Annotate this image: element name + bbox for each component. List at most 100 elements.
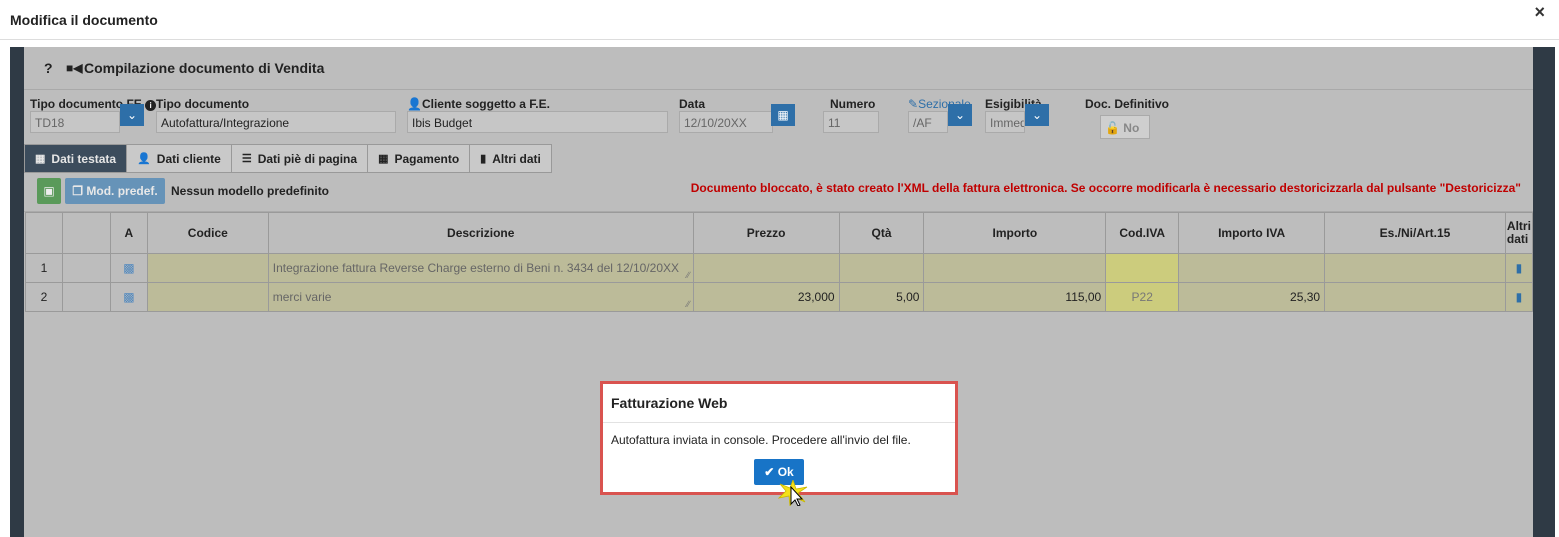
chevron-down-icon[interactable]: ⌄ bbox=[1025, 104, 1049, 126]
qta-cell[interactable]: 5,00 bbox=[838, 282, 925, 312]
tab-label: Altri dati bbox=[492, 151, 541, 166]
lines-table: A Codice Descrizione Prezzo Qtà Importo … bbox=[25, 212, 1534, 312]
field-label: Tipo documento bbox=[156, 97, 250, 111]
esigibilita-select[interactable]: Immed bbox=[985, 111, 1025, 133]
column-header: Es./Ni/Art.15 bbox=[1324, 212, 1506, 254]
tab-dati-cliente[interactable]: 👤 Dati cliente bbox=[126, 144, 232, 173]
row-cell bbox=[61, 282, 111, 312]
no-model-label: Nessun modello predefinito bbox=[171, 184, 330, 198]
column-header: Qtà bbox=[838, 212, 925, 254]
row-number: 2 bbox=[25, 282, 63, 312]
codice-cell[interactable] bbox=[146, 282, 269, 312]
column-header: Importo bbox=[923, 212, 1107, 254]
codice-cell[interactable] bbox=[146, 253, 269, 283]
tipo-doc-input[interactable]: Autofattura/Integrazione bbox=[156, 111, 396, 133]
window-title: Modifica il documento bbox=[10, 12, 158, 28]
column-header bbox=[25, 212, 63, 254]
column-header: Descrizione bbox=[267, 212, 694, 254]
header-fields: Tipo documento FE i TD18 ⌄ Tipo document… bbox=[24, 90, 1533, 139]
field-cliente: 👤Cliente soggetto a F.E. Ibis Budget bbox=[407, 97, 668, 133]
panel-header: ? ■◀ Compilazione documento di Vendita bbox=[24, 47, 1533, 90]
row-cell bbox=[61, 253, 111, 283]
chevron-down-icon[interactable]: ⌄ bbox=[120, 104, 144, 126]
tab-label: Dati cliente bbox=[156, 151, 221, 166]
column-header: Cod.IVA bbox=[1105, 212, 1180, 254]
row-number: 1 bbox=[25, 253, 63, 283]
dialog-title: Fatturazione Web bbox=[603, 384, 955, 423]
field-label: Doc. Definitivo bbox=[1085, 97, 1170, 111]
resize-handle-icon[interactable]: ∕∕ bbox=[687, 270, 690, 280]
video-camera-icon[interactable]: ■◀ bbox=[66, 61, 84, 75]
tab-label: Dati piè di pagina bbox=[257, 151, 358, 166]
field-definitivo: Doc. Definitivo 🔓 No bbox=[1085, 97, 1169, 139]
definitivo-value: No bbox=[1123, 121, 1140, 135]
table-row[interactable]: 2 ▩ merci varie ∕∕ 23,000 5,00 115,00 P22… bbox=[25, 282, 1534, 312]
prezzo-cell[interactable] bbox=[692, 253, 840, 283]
tipo-fe-select[interactable]: TD18 bbox=[30, 111, 120, 133]
field-label: Numero bbox=[830, 97, 876, 111]
table-header-row: A Codice Descrizione Prezzo Qtà Importo … bbox=[25, 212, 1534, 254]
save-button[interactable]: ▣ bbox=[37, 178, 61, 204]
panel-title: Compilazione documento di Vendita bbox=[84, 60, 325, 76]
table-icon: ▦ bbox=[35, 153, 46, 165]
info-icon[interactable]: i bbox=[145, 100, 157, 111]
tab-altri-dati[interactable]: ▮ Altri dati bbox=[469, 144, 552, 173]
button-label: Mod. predef. bbox=[86, 184, 158, 198]
column-header: Prezzo bbox=[692, 212, 840, 254]
cliente-input[interactable]: Ibis Budget bbox=[407, 111, 668, 133]
column-header: Importo IVA bbox=[1178, 212, 1326, 254]
cubes-icon[interactable]: ▩ bbox=[109, 282, 148, 312]
descrizione-cell[interactable]: merci varie ∕∕ bbox=[267, 282, 694, 312]
file-icon[interactable]: ▮ bbox=[1504, 282, 1534, 312]
help-icon[interactable]: ? bbox=[44, 60, 62, 76]
importo-cell[interactable]: 115,00 bbox=[923, 282, 1107, 312]
user-icon: 👤 bbox=[137, 153, 151, 165]
field-data: Data 12/10/20XX bbox=[679, 97, 773, 133]
divider bbox=[0, 39, 1559, 40]
definitivo-toggle[interactable]: 🔓 No bbox=[1100, 115, 1150, 139]
resize-handle-icon[interactable]: ∕∕ bbox=[687, 299, 690, 309]
table-row[interactable]: 1 ▩ Integrazione fattura Reverse Charge … bbox=[25, 253, 1534, 283]
mod-predef-button[interactable]: ❐ Mod. predef. bbox=[65, 178, 165, 204]
unlock-icon: 🔓 bbox=[1105, 121, 1120, 135]
prezzo-cell[interactable]: 23,000 bbox=[692, 282, 840, 312]
cubes-icon[interactable]: ▩ bbox=[109, 253, 148, 283]
calendar-icon: ▦ bbox=[378, 153, 389, 165]
column-header: Altri dati bbox=[1504, 212, 1534, 254]
confirmation-dialog: Fatturazione Web Autofattura inviata in … bbox=[600, 381, 958, 495]
button-label: Ok bbox=[777, 465, 794, 479]
lock-message: Documento bloccato, è stato creato l'XML… bbox=[690, 181, 1521, 195]
cod-iva-cell[interactable]: P22 bbox=[1105, 282, 1180, 312]
close-icon[interactable]: × bbox=[1534, 2, 1545, 23]
user-icon: 👤 bbox=[407, 97, 422, 111]
column-header: Codice bbox=[146, 212, 269, 254]
tab-bar: ▦ Dati testata 👤 Dati cliente ☰ Dati piè di… bbox=[24, 144, 552, 173]
cod-iva-cell[interactable] bbox=[1105, 253, 1180, 283]
importo-cell[interactable] bbox=[923, 253, 1107, 283]
tab-pagamento[interactable]: ▦ Pagamento bbox=[367, 144, 471, 173]
calendar-icon[interactable]: ▦ bbox=[771, 104, 795, 126]
field-tipo-doc: Tipo documento Autofattura/Integrazione bbox=[156, 97, 396, 133]
es-cell[interactable] bbox=[1324, 282, 1506, 312]
numero-input[interactable]: 11 bbox=[823, 111, 879, 133]
dialog-message: Autofattura inviata in console. Proceder… bbox=[611, 433, 911, 447]
field-numero: Numero 11 bbox=[823, 97, 879, 133]
importo-iva-cell[interactable]: 25,30 bbox=[1178, 282, 1326, 312]
file-icon[interactable]: ▮ bbox=[1504, 253, 1534, 283]
es-cell[interactable] bbox=[1324, 253, 1506, 283]
field-label: Cliente soggetto a F.E. bbox=[421, 97, 550, 111]
tab-label: Pagamento bbox=[394, 151, 460, 166]
chevron-down-icon[interactable]: ⌄ bbox=[948, 104, 972, 126]
edit-icon[interactable]: ✎ bbox=[908, 97, 918, 111]
descrizione-cell[interactable]: Integrazione fattura Reverse Charge este… bbox=[267, 253, 694, 283]
toolbar: ▣ ❐ Mod. predef. Nessun modello predefin… bbox=[24, 173, 1533, 212]
qta-cell[interactable] bbox=[838, 253, 925, 283]
importo-iva-cell[interactable] bbox=[1178, 253, 1326, 283]
tab-dati-pie-di-pagina[interactable]: ☰ Dati piè di pagina bbox=[230, 144, 369, 173]
column-header bbox=[61, 212, 111, 254]
tab-dati-testata[interactable]: ▦ Dati testata bbox=[24, 144, 128, 173]
tab-label: Dati testata bbox=[51, 151, 117, 166]
file-icon: ▮ bbox=[480, 153, 487, 165]
sezionale-select[interactable]: /AF bbox=[908, 111, 948, 133]
date-input[interactable]: 12/10/20XX bbox=[679, 111, 773, 133]
